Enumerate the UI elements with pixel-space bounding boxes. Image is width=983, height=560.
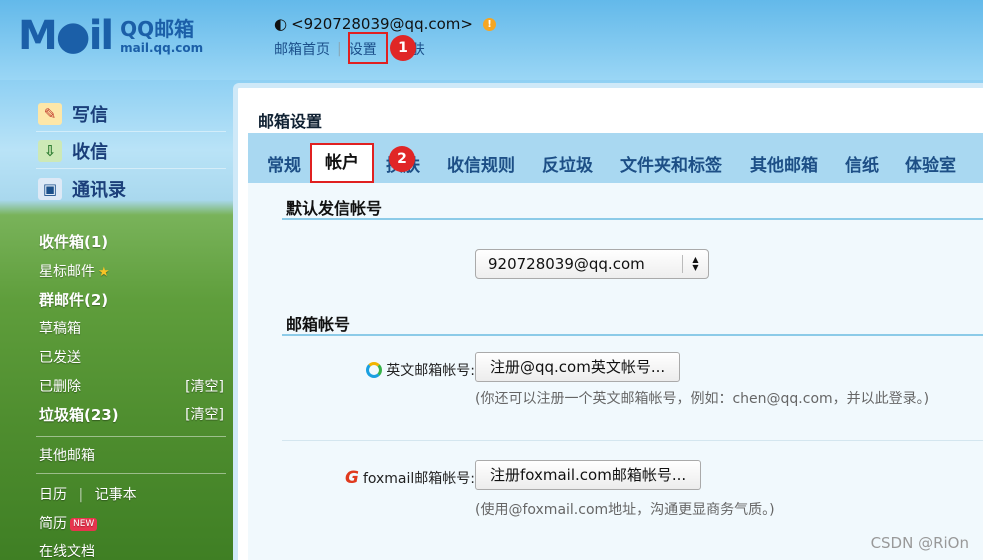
qq-logo-icon [366, 362, 383, 378]
folder-starred-label: 星标邮件 [39, 264, 95, 280]
english-account-label: 英文邮箱帐号: [366, 360, 475, 380]
divider [36, 473, 226, 474]
mail-home-link[interactable]: 邮箱首页 [274, 39, 330, 59]
tab-anti-spam[interactable]: 反垃圾 [542, 151, 593, 176]
tab-general[interactable]: 常规 [267, 151, 301, 176]
tab-stationery[interactable]: 信纸 [845, 151, 879, 176]
inbox-button[interactable]: ⇩ 收信 [38, 138, 108, 164]
logo-text: QQ邮箱 mail.qq.com [120, 19, 203, 54]
folder-other-mailboxes[interactable]: 其他邮箱 [39, 445, 224, 465]
resume-label: 简历 [39, 516, 67, 532]
folder-starred[interactable]: 星标邮件 ★ [39, 261, 224, 281]
register-english-account-button[interactable]: 注册@qq.com英文帐号... [475, 352, 681, 382]
user-status-icon[interactable]: ◐ [274, 15, 287, 33]
section-divider [282, 334, 983, 336]
folder-spam-label: 垃圾箱(23) [39, 406, 119, 424]
logo-cn: QQ邮箱 [120, 16, 195, 41]
default-sender-value: 920728039@qq.com [488, 255, 645, 273]
default-sender-select[interactable]: 920728039@qq.com ▲ ▼ [475, 249, 709, 279]
folder-group[interactable]: 群邮件(2) [39, 289, 224, 310]
tab-mail-rules[interactable]: 收信规则 [447, 151, 515, 176]
logo-domain: mail.qq.com [120, 40, 204, 55]
foxmail-account-label: G foxmail邮箱帐号: [345, 468, 475, 488]
contact-card-icon: ▣ [38, 178, 62, 200]
accounts-content: 默认发信帐号 920728039@qq.com ▲ ▼ 邮箱帐号 英文邮箱帐号: … [248, 183, 983, 560]
tab-folders-labels[interactable]: 文件夹和标签 [620, 151, 722, 176]
watermark: CSDN @RiOn [870, 534, 969, 552]
register-foxmail-account-button[interactable]: 注册foxmail.com邮箱帐号... [475, 460, 702, 490]
separator: | [337, 41, 342, 57]
folder-inbox[interactable]: 收件箱(1) [39, 231, 224, 252]
step-marker-2: 2 [389, 146, 415, 172]
folder-deleted-label: 已删除 [39, 379, 81, 395]
sidebar: ✎ 写信 ⇩ 收信 ▣ 通讯录 收件箱(1) 星标邮件 ★ 群邮件(2) 草稿箱 … [0, 95, 232, 560]
page-title: 邮箱设置 [258, 112, 323, 131]
english-account-hint: (你还可以注册一个英文邮箱帐号，例如：chen@qq.com，并以此登录。) [475, 391, 930, 407]
logo-mark: M●il [18, 13, 114, 59]
tab-accounts[interactable]: 帐户 [310, 143, 374, 183]
new-badge: NEW [70, 517, 98, 531]
tab-other-mailboxes[interactable]: 其他邮箱 [750, 151, 818, 176]
row-divider [282, 440, 983, 441]
clear-spam-link[interactable]: [清空] [185, 404, 224, 424]
notes-link[interactable]: 记事本 [95, 487, 137, 503]
foxmail-account-hint: (使用@foxmail.com地址，沟通更显商务气质。) [475, 502, 775, 518]
pencil-icon: ✎ [38, 103, 62, 125]
folder-drafts[interactable]: 草稿箱 [39, 318, 224, 338]
warning-icon[interactable]: ! [482, 17, 496, 31]
mail-accounts-title: 邮箱帐号 [286, 315, 351, 334]
online-docs-link[interactable]: 在线文档 [39, 541, 224, 560]
download-icon: ⇩ [38, 140, 62, 162]
calendar-notes-row: 日历 | 记事本 [39, 487, 137, 503]
divider [36, 168, 226, 169]
tab-labs[interactable]: 体验室 [905, 151, 956, 176]
step-marker-1: 1 [390, 35, 416, 61]
compose-label: 写信 [72, 105, 108, 126]
user-info: ◐ <920728039@qq.com> ! [274, 15, 496, 33]
english-account-label-text: 英文邮箱帐号: [386, 363, 475, 379]
settings-tabbar: 常规 帐户 换肤 收信规则 反垃圾 文件夹和标签 其他邮箱 信纸 体验室 2 [248, 133, 983, 183]
settings-highlight-box [348, 32, 388, 64]
select-arrows-icon: ▲ ▼ [682, 255, 708, 273]
clear-deleted-link[interactable]: [清空] [185, 376, 224, 396]
user-email: <920728039@qq.com> [291, 15, 473, 33]
default-sender-title: 默认发信帐号 [286, 199, 383, 218]
compose-button[interactable]: ✎ 写信 [38, 101, 108, 127]
section-divider [282, 218, 983, 220]
inbox-label: 收信 [72, 142, 108, 163]
contacts-label: 通讯录 [72, 180, 126, 201]
divider [36, 436, 226, 437]
star-icon: ★ [98, 265, 110, 280]
divider [36, 131, 226, 132]
folder-spam[interactable]: 垃圾箱(23) [清空] [39, 404, 224, 425]
foxmail-account-label-text: foxmail邮箱帐号: [362, 471, 475, 487]
folder-deleted[interactable]: 已删除 [清空] [39, 376, 224, 396]
resume-link[interactable]: 简历 NEW [39, 513, 224, 533]
foxmail-logo-icon: G [344, 468, 359, 488]
settings-panel: 邮箱设置 常规 帐户 换肤 收信规则 反垃圾 文件夹和标签 其他邮箱 信纸 体验… [233, 83, 983, 560]
contacts-button[interactable]: ▣ 通讯录 [38, 176, 126, 202]
folder-sent[interactable]: 已发送 [39, 347, 224, 367]
calendar-link[interactable]: 日历 [39, 487, 67, 503]
logo[interactable]: M●il QQ邮箱 mail.qq.com [18, 14, 203, 58]
